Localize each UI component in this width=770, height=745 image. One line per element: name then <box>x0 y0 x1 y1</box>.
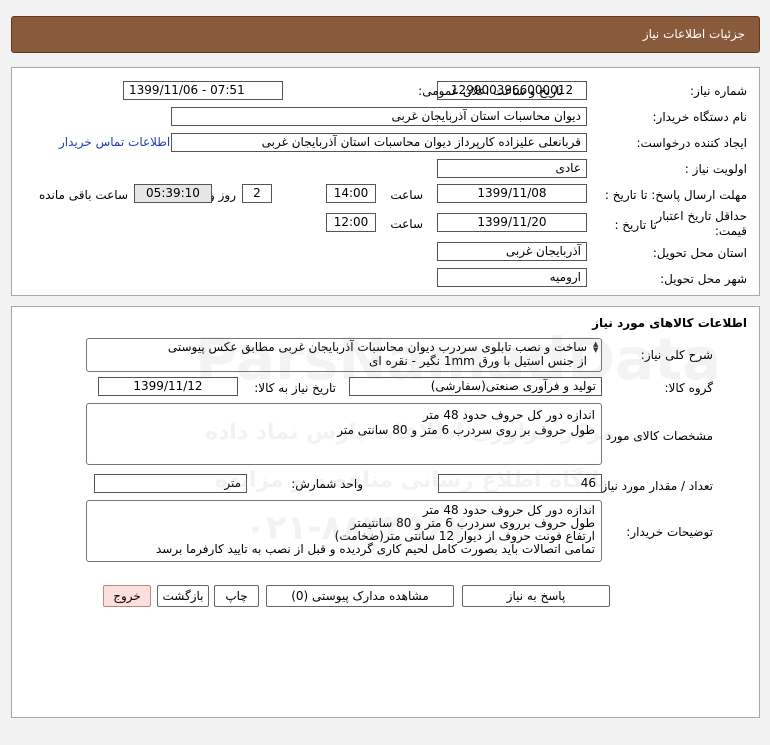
validity-time-field: 12:00 <box>326 213 376 232</box>
buyer-notes-textarea: اندازه دور کل حروف حدود 48 متر طول حروف … <box>86 500 602 562</box>
city-field: ارومیه <box>437 268 587 287</box>
page-title: جزئیات اطلاعات نیاز <box>642 27 745 41</box>
attachments-button[interactable]: مشاهده مدارک پیوستی (0) <box>266 585 454 607</box>
province-field: آذربایجان غربی <box>437 242 587 261</box>
textarea-resize-icon: ▲ ▼ <box>593 340 599 354</box>
validity-label-1: حداقل تاریخ اعتبار <box>656 209 747 223</box>
province-label: استان محل تحویل: <box>652 246 747 260</box>
need-date-field: 1399/11/12 <box>98 377 238 396</box>
specs-textarea: اندازه دور کل حروف حدود 48 متر طول حروف … <box>86 403 602 465</box>
description-line-1: ساخت و نصب تابلوی سردرب دیوان محاسبات آذ… <box>167 340 587 354</box>
days-label: روز و <box>209 188 236 202</box>
goods-panel: اطلاعات کالاهای مورد نیاز شرح کلی نیاز: … <box>11 306 760 718</box>
specs-line-1: اندازه دور کل حروف حدود 48 متر <box>422 408 595 422</box>
buyer-label: نام دستگاه خریدار: <box>652 110 748 124</box>
quantity-label: تعداد / مقدار مورد نیاز: <box>597 479 713 493</box>
deadline-date-field: 1399/11/08 <box>437 184 587 203</box>
creator-field: قربانعلی علیزاده کارپرداز دیوان محاسبات … <box>171 133 587 152</box>
specs-line-2: طول حروف بر روی سردرب 6 متر و 80 سانتی م… <box>337 423 595 437</box>
announce-field: 1399/11/06 - 07:51 <box>123 81 283 100</box>
group-label: گروه کالا: <box>664 381 714 395</box>
city-label: شهر محل تحویل: <box>660 272 747 286</box>
exit-button[interactable]: خروج <box>103 585 151 607</box>
validity-time-label: ساعت <box>390 217 423 231</box>
buyer-notes-label: توضیحات خریدار: <box>626 525 713 539</box>
group-field: تولید و فرآوری صنعتی(سفارشی) <box>349 377 602 396</box>
description-textarea: ساخت و نصب تابلوی سردرب دیوان محاسبات آذ… <box>86 338 602 372</box>
unit-label: واحد شمارش: <box>291 477 363 491</box>
notes-line-4: تمامی اتصالات باید بصورت کامل لحیم کاری … <box>155 542 595 556</box>
deadline-label: مهلت ارسال پاسخ: تا تاریخ : <box>604 188 747 202</box>
validity-to-label: تا تاریخ : <box>614 218 657 232</box>
print-button[interactable]: چاپ <box>214 585 259 607</box>
reply-button[interactable]: پاسخ به نیاز <box>462 585 610 607</box>
goods-section-title: اطلاعات کالاهای مورد نیاز <box>592 316 747 330</box>
unit-field: متر <box>94 474 247 493</box>
validity-date-field: 1399/11/20 <box>437 213 587 232</box>
contact-info-link[interactable]: اطلاعات تماس خریدار <box>59 135 170 149</box>
announce-label: تاریخ و ساعت اعلان عمومی: <box>418 84 563 98</box>
remaining-time-field: 05:39:10 <box>134 184 212 203</box>
need-date-label: تاریخ نیاز به کالا: <box>254 381 336 395</box>
deadline-time-field: 14:00 <box>326 184 376 203</box>
priority-label: اولویت نیاز : <box>684 162 747 176</box>
back-button[interactable]: بازگشت <box>157 585 209 607</box>
description-line-2: از جنس استیل با ورق 1mm نگیر - نقره ای <box>368 354 587 368</box>
buyer-field: دیوان محاسبات استان آذربایجان غربی <box>171 107 587 126</box>
creator-label: ایجاد کننده درخواست: <box>636 136 747 150</box>
page-header: جزئیات اطلاعات نیاز <box>11 16 760 53</box>
description-label: شرح کلی نیاز: <box>640 348 713 362</box>
details-panel: شماره نیاز: 1299003966000012 تاریخ و ساع… <box>11 67 760 296</box>
remaining-label: ساعت باقی مانده <box>38 188 128 202</box>
deadline-time-label: ساعت <box>390 188 423 202</box>
priority-field: عادی <box>437 159 587 178</box>
need-number-label: شماره نیاز: <box>690 84 747 98</box>
days-field: 2 <box>242 184 272 203</box>
validity-label-2: قیمت: <box>714 224 747 238</box>
quantity-field: 46 <box>438 474 602 493</box>
